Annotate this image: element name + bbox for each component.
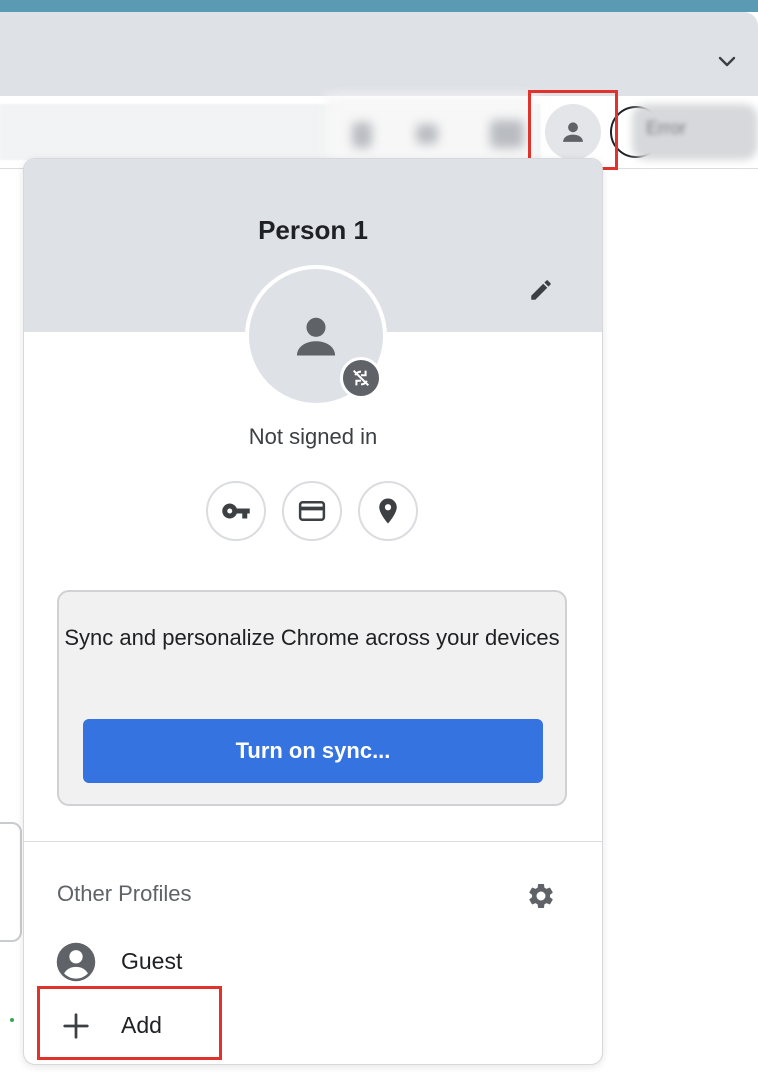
person-icon — [563, 122, 583, 142]
payment-methods-button[interactable] — [282, 481, 342, 541]
section-divider — [24, 841, 602, 842]
add-profile-label: Add — [121, 1012, 162, 1038]
profile-name: Person 1 — [258, 215, 368, 245]
addresses-button[interactable] — [358, 481, 418, 541]
sign-in-status: Not signed in — [248, 424, 378, 449]
guest-profile-item[interactable]: Guest — [38, 931, 238, 991]
error-button-label: Error — [646, 118, 686, 138]
profile-menu: Person 1 Not signed in Sync and personal… — [23, 158, 603, 1065]
sync-promo-text: Sync and personalize Chrome across your … — [64, 625, 560, 650]
blurred-error-button[interactable]: Error — [610, 104, 758, 162]
guest-profile-label: Guest — [121, 948, 183, 974]
plus-icon — [55, 1005, 97, 1047]
background-card-edge — [0, 822, 22, 942]
turn-on-sync-button[interactable]: Turn on sync... — [83, 719, 543, 783]
gear-icon — [529, 883, 553, 908]
other-profiles-heading: Other Profiles — [57, 881, 192, 906]
chevron-down-icon[interactable] — [716, 50, 738, 72]
passwords-button[interactable] — [206, 481, 266, 541]
share-icon[interactable] — [352, 122, 372, 148]
tab-strip — [0, 12, 758, 96]
person-icon — [296, 317, 336, 356]
background-dot — [10, 1018, 14, 1022]
sync-promo-card: Sync and personalize Chrome across your … — [57, 590, 567, 806]
location-pin-icon — [379, 498, 397, 524]
account-circle-icon — [55, 941, 97, 983]
key-icon — [222, 503, 250, 519]
edit-profile-button[interactable] — [524, 273, 558, 307]
profile-button[interactable] — [545, 104, 601, 160]
quick-actions — [206, 481, 420, 541]
side-panel-icon[interactable] — [490, 120, 524, 148]
sync-disabled-icon — [340, 357, 382, 399]
pencil-icon — [531, 280, 551, 300]
manage-profiles-button[interactable] — [524, 879, 558, 913]
add-profile-item[interactable]: Add — [38, 995, 238, 1055]
credit-card-icon — [298, 501, 326, 521]
window-edge — [0, 0, 758, 12]
star-icon[interactable] — [416, 124, 438, 144]
